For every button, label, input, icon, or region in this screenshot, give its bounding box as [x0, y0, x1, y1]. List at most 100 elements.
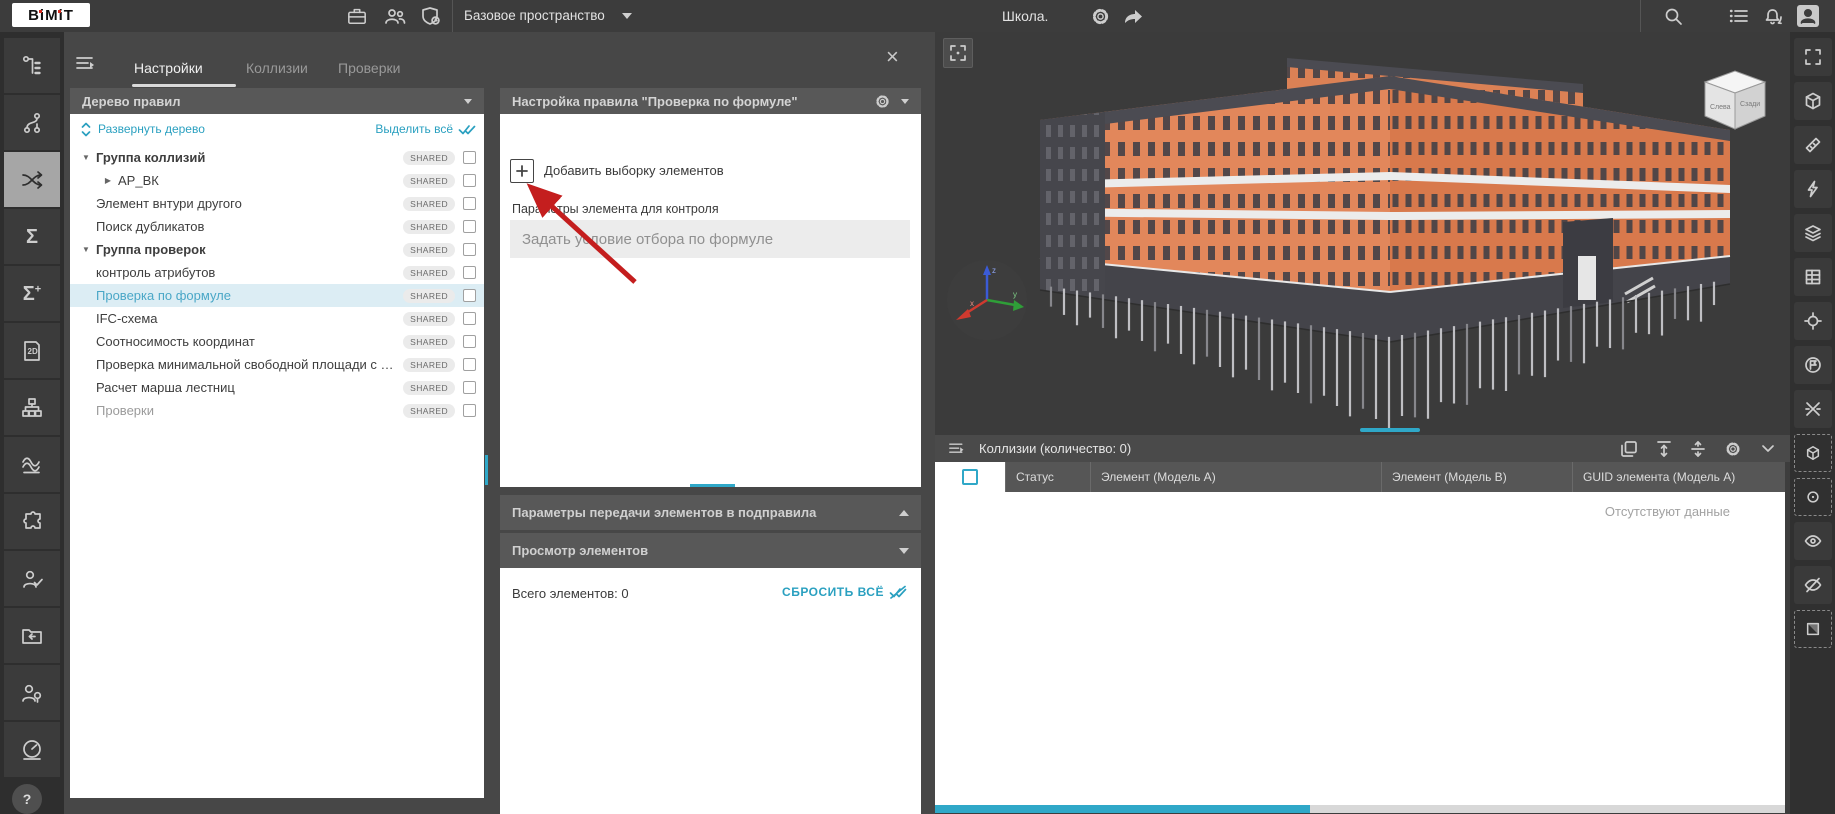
rule-checkbox[interactable]	[463, 381, 476, 394]
tree-item-label[interactable]: Проверка минимальной свободной площади с…	[96, 357, 396, 372]
rule-checkbox[interactable]	[463, 289, 476, 302]
tree-item-label[interactable]: Группа проверок	[96, 242, 206, 257]
rule-checkbox[interactable]	[463, 151, 476, 164]
layers-button[interactable]	[1794, 214, 1832, 252]
rule-checkbox[interactable]	[463, 335, 476, 348]
rule-settings-gear-icon[interactable]	[874, 93, 891, 110]
flag-button[interactable]	[1794, 346, 1832, 384]
help-button[interactable]: ?	[12, 784, 42, 814]
building-model[interactable]	[935, 32, 1790, 435]
cube-right-face-label[interactable]: Сзади	[1740, 101, 1760, 108]
tree-row[interactable]: Расчет марша лестницSHARED	[70, 376, 484, 399]
duplicate-icon[interactable]	[1620, 440, 1638, 458]
viewport-select-button[interactable]	[943, 38, 973, 68]
plugins-button[interactable]	[4, 494, 60, 549]
model-tree-button[interactable]	[4, 38, 60, 93]
shield-status-icon[interactable]	[420, 6, 442, 26]
transfer-params-section[interactable]: Параметры передачи элементов в подправил…	[500, 495, 921, 530]
axis-gizmo[interactable]: z y x	[943, 256, 1031, 344]
close-icon[interactable]: ×	[886, 46, 899, 68]
view-2d-button[interactable]: 2D	[4, 323, 60, 378]
tree-row[interactable]: ▶АР_ВКSHARED	[70, 169, 484, 192]
table-button[interactable]	[1794, 258, 1832, 296]
tree-row[interactable]: ▼Группа проверокSHARED	[70, 238, 484, 261]
dashboard-button[interactable]	[4, 722, 60, 777]
workspace-caret-icon[interactable]	[622, 13, 632, 19]
tree-item-label[interactable]: контроль атрибутов	[96, 265, 215, 280]
transparency-button[interactable]	[1794, 610, 1832, 648]
rule-checkbox[interactable]	[463, 197, 476, 210]
collisions-settings-gear-icon[interactable]	[1724, 440, 1742, 458]
tree-row[interactable]: IFC-схемаSHARED	[70, 307, 484, 330]
tree-row[interactable]: Поиск дубликатовSHARED	[70, 215, 484, 238]
expanded-caret-icon[interactable]: ▼	[78, 153, 94, 162]
select-all-cell[interactable]	[935, 462, 1005, 492]
tree-item-label[interactable]: IFC-схема	[96, 311, 158, 326]
collapsed-caret-icon[interactable]: ▶	[100, 176, 116, 185]
panel-menu-icon[interactable]	[74, 54, 98, 74]
sum-add-button[interactable]: Σ+	[4, 266, 60, 321]
preview-elements-section[interactable]: Просмотр элементов	[500, 533, 921, 568]
rule-config-header[interactable]: Настройка правила "Проверка по формуле"	[500, 88, 921, 114]
section-resize-handle[interactable]	[690, 484, 735, 487]
expand-tree-link[interactable]: Развернуть дерево	[98, 122, 205, 136]
sum-button[interactable]: Σ	[4, 209, 60, 264]
branch-structure-button[interactable]	[4, 95, 60, 150]
tree-item-label[interactable]: Элемент внтури другого	[96, 196, 242, 211]
projects-briefcase-icon[interactable]	[346, 6, 368, 26]
tree-item-label[interactable]: Поиск дубликатов	[96, 219, 204, 234]
tree-row[interactable]: Соотносимость координатSHARED	[70, 330, 484, 353]
expand-up-caret-icon[interactable]	[899, 510, 909, 516]
list-menu-icon[interactable]	[1728, 6, 1750, 26]
tree-row[interactable]: Элемент внтури другогоSHARED	[70, 192, 484, 215]
distribute-icon[interactable]	[1690, 440, 1706, 458]
collapse-chevron-icon[interactable]	[1760, 443, 1776, 455]
rule-checkbox[interactable]	[463, 266, 476, 279]
tree-item-label[interactable]: Расчет марша лестниц	[96, 380, 235, 395]
ghost-mode-button[interactable]	[1794, 434, 1832, 472]
expand-collapse-icon[interactable]	[80, 122, 92, 137]
tab-checks[interactable]: Проверки	[338, 60, 400, 76]
section-button[interactable]	[1794, 390, 1832, 428]
tree-item-label[interactable]: АР_ВК	[118, 173, 159, 188]
user-avatar[interactable]	[1797, 5, 1819, 27]
rule-checkbox[interactable]	[463, 174, 476, 187]
tree-row[interactable]: ПроверкиSHARED	[70, 399, 484, 422]
user-location-button[interactable]	[4, 665, 60, 720]
viewport-3d[interactable]: Слева Сзади z y x	[935, 32, 1790, 435]
collapse-caret-icon[interactable]	[901, 99, 909, 104]
tree-row[interactable]: ▼Группа коллизийSHARED	[70, 146, 484, 169]
rules-tree-header[interactable]: Дерево правил	[70, 88, 484, 114]
panel-resize-handle[interactable]	[485, 455, 488, 485]
expand-down-caret-icon[interactable]	[899, 548, 909, 554]
tree-row[interactable]: Проверка по формулеSHARED	[70, 284, 484, 307]
tree-row[interactable]: контроль атрибутовSHARED	[70, 261, 484, 284]
double-check-icon[interactable]	[458, 123, 476, 136]
measure-button[interactable]	[1794, 126, 1832, 164]
tree-item-label[interactable]: Проверки	[96, 403, 154, 418]
cube-view-button[interactable]	[1794, 82, 1832, 120]
tree-item-label[interactable]: Группа коллизий	[96, 150, 205, 165]
notifications-bell-icon[interactable]	[1761, 6, 1784, 28]
trends-button[interactable]	[4, 437, 60, 492]
hide-elements-button[interactable]	[1794, 566, 1832, 604]
project-settings-gear-icon[interactable]	[1090, 6, 1111, 27]
rule-checkbox[interactable]	[463, 220, 476, 233]
column-header[interactable]: GUID элемента (Модель A)	[1572, 462, 1785, 492]
expanded-caret-icon[interactable]: ▼	[78, 245, 94, 254]
select-all-link[interactable]: Выделить всё	[375, 122, 453, 136]
select-all-checkbox[interactable]	[962, 469, 978, 485]
align-top-icon[interactable]	[1656, 440, 1672, 458]
app-logo[interactable]: BiMiT	[12, 3, 90, 27]
rule-checkbox[interactable]	[463, 312, 476, 325]
clash-button[interactable]	[1794, 170, 1832, 208]
collisions-menu-icon[interactable]	[947, 441, 967, 457]
fit-view-button[interactable]	[1794, 38, 1832, 76]
team-icon[interactable]	[383, 6, 407, 26]
workspace-selector[interactable]: Базовое пространство	[464, 8, 605, 23]
column-header[interactable]: Элемент (Модель B)	[1381, 462, 1572, 492]
cube-left-face-label[interactable]: Слева	[1710, 104, 1731, 111]
shared-folder-button[interactable]	[4, 608, 60, 663]
tree-item-label[interactable]: Соотносимость координат	[96, 334, 255, 349]
collapse-caret-icon[interactable]	[464, 99, 472, 104]
